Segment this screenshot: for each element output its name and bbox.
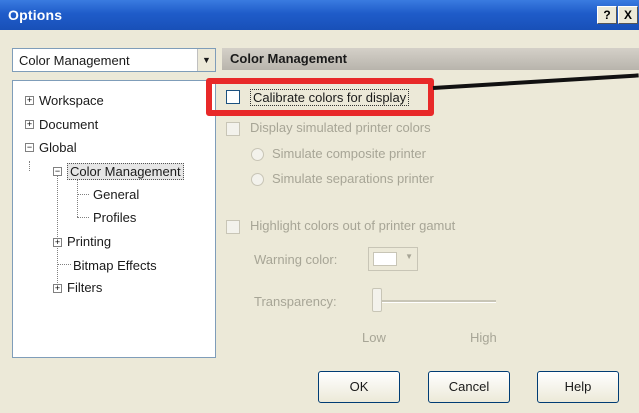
tree-item-color-management[interactable]: Color Management <box>67 163 184 180</box>
title-bar: Options ? X <box>0 0 639 30</box>
chevron-down-icon[interactable]: ▼ <box>197 49 215 71</box>
tree-item-profiles[interactable]: Profiles <box>93 210 136 225</box>
highlight-gamut-label: Highlight colors out of printer gamut <box>250 218 456 233</box>
collapse-minus-icon[interactable]: − <box>25 143 34 152</box>
highlight-gamut-checkbox[interactable] <box>226 220 240 234</box>
transparency-slider-track[interactable] <box>378 300 496 303</box>
window-title: Options <box>8 7 63 23</box>
tree-item-bitmap-effects[interactable]: Bitmap Effects <box>73 258 157 273</box>
category-dropdown-value: Color Management <box>19 53 130 68</box>
simulate-separations-radio[interactable] <box>251 173 264 186</box>
display-simulated-checkbox[interactable] <box>226 122 240 136</box>
transparency-slider-thumb[interactable] <box>372 288 382 312</box>
category-dropdown[interactable]: Color Management ▼ <box>12 48 216 72</box>
expand-plus-icon[interactable]: + <box>25 120 34 129</box>
tree-connector <box>57 176 58 291</box>
options-dialog: Options ? X Color Management ▼ + Workspa… <box>0 0 639 413</box>
help-button[interactable]: Help <box>537 371 619 403</box>
chevron-down-icon: ▼ <box>405 252 413 261</box>
transparency-label: Transparency: <box>254 294 337 309</box>
expand-plus-icon[interactable]: + <box>25 96 34 105</box>
slider-low-label: Low <box>362 330 386 345</box>
ok-button[interactable]: OK <box>318 371 400 403</box>
options-tree: + Workspace + Document − Global − Color … <box>12 80 216 358</box>
tree-item-workspace[interactable]: Workspace <box>39 93 104 108</box>
display-simulated-label: Display simulated printer colors <box>250 120 431 135</box>
expand-plus-icon[interactable]: + <box>53 284 62 293</box>
collapse-minus-icon[interactable]: − <box>53 167 62 176</box>
warning-color-picker[interactable]: ▼ <box>368 247 418 271</box>
tree-connector <box>29 161 30 171</box>
highlight-annotation <box>206 78 434 116</box>
slider-high-label: High <box>470 330 497 345</box>
simulate-composite-radio[interactable] <box>251 148 264 161</box>
simulate-composite-label: Simulate composite printer <box>272 146 426 161</box>
color-swatch <box>373 252 397 266</box>
tree-connector <box>57 264 71 265</box>
simulate-separations-label: Simulate separations printer <box>272 171 434 186</box>
tree-connector <box>77 217 89 218</box>
title-help-button[interactable]: ? <box>597 6 617 24</box>
cancel-button[interactable]: Cancel <box>428 371 510 403</box>
tree-connector <box>77 194 89 195</box>
tree-item-general[interactable]: General <box>93 187 139 202</box>
tree-connector <box>77 177 78 217</box>
panel-header: Color Management <box>222 48 639 70</box>
tree-item-filters[interactable]: Filters <box>67 280 102 295</box>
tree-item-printing[interactable]: Printing <box>67 234 111 249</box>
expand-plus-icon[interactable]: + <box>53 238 62 247</box>
tree-item-global[interactable]: Global <box>39 140 77 155</box>
warning-color-label: Warning color: <box>254 252 338 267</box>
tree-item-document[interactable]: Document <box>39 117 98 132</box>
panel-title: Color Management <box>230 51 348 66</box>
title-close-button[interactable]: X <box>618 6 638 24</box>
